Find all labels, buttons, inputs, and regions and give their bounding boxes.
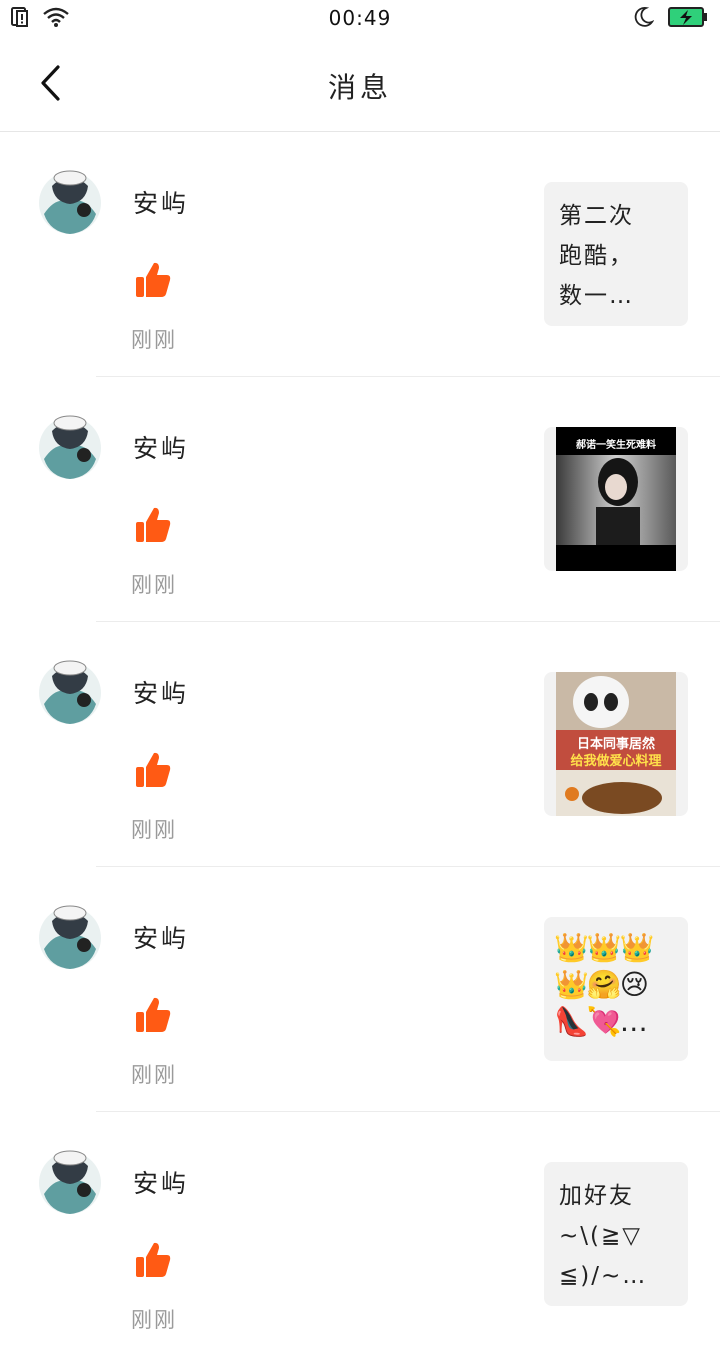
post-preview[interactable]: 第二次 跑酷， 数一… <box>544 182 688 326</box>
list-item[interactable]: 安屿 刚刚 第二次 跑酷， 数一… <box>0 132 720 377</box>
timestamp: 刚刚 <box>131 328 177 352</box>
list-item[interactable]: 安屿 刚刚 👑👑👑 👑🤗😢 👠💘… <box>0 867 720 1112</box>
status-bar: 00:49 <box>0 0 720 36</box>
thumbs-up-icon <box>134 996 172 1034</box>
thumbs-up-icon <box>134 751 172 789</box>
post-preview[interactable]: 加好友 ~\(≧▽ ≦)/~… <box>544 1162 688 1306</box>
avatar[interactable] <box>38 901 102 971</box>
video-caption-line1: 日本同事居然 <box>576 737 655 752</box>
post-preview[interactable]: 👑👑👑 👑🤗😢 👠💘… <box>544 917 688 1061</box>
user-name[interactable]: 安屿 <box>133 919 189 955</box>
status-time: 00:49 <box>328 6 392 30</box>
battery-charging-icon <box>668 6 708 32</box>
thumbs-up-icon <box>134 1241 172 1279</box>
page-title: 消息 <box>327 71 392 104</box>
video-caption: 郝诺一笑生死难料 <box>576 440 656 451</box>
user-name[interactable]: 安屿 <box>133 184 189 220</box>
avatar[interactable] <box>38 1146 102 1216</box>
list-item[interactable]: 安屿 刚刚 日本同事居然 给我做爱心料理 <box>0 622 720 867</box>
preview-emoji-text: 👑👑👑 👑🤗😢 👠💘… <box>554 931 655 1038</box>
list-item[interactable]: 安屿 刚刚 加好友 ~\(≧▽ ≦)/~… <box>0 1112 720 1357</box>
thumbs-up-icon <box>134 261 172 299</box>
timestamp: 刚刚 <box>131 573 177 597</box>
thumbs-up-icon <box>134 506 172 544</box>
video-caption-line2: 给我做爱心料理 <box>570 754 662 769</box>
video-thumbnail[interactable]: 日本同事居然 给我做爱心料理 <box>544 672 688 816</box>
nav-header: 消息 <box>0 36 720 132</box>
preview-text: 加好友 ~\(≧▽ ≦)/~… <box>559 1183 648 1289</box>
user-name[interactable]: 安屿 <box>133 674 189 710</box>
user-name[interactable]: 安屿 <box>133 429 189 465</box>
avatar[interactable] <box>38 411 102 481</box>
list-item[interactable]: 安屿 刚刚 郝诺一笑生死难料 <box>0 377 720 622</box>
preview-text: 第二次 跑酷， 数一… <box>559 203 634 309</box>
avatar[interactable] <box>38 656 102 726</box>
message-list: 安屿 刚刚 第二次 跑酷， 数一… 安屿 刚刚 郝诺一笑生死难料 安屿 刚刚 日… <box>0 132 720 1357</box>
timestamp: 刚刚 <box>131 1308 177 1332</box>
user-name[interactable]: 安屿 <box>133 1164 189 1200</box>
timestamp: 刚刚 <box>131 1063 177 1087</box>
avatar[interactable] <box>38 166 102 236</box>
video-thumbnail[interactable]: 郝诺一笑生死难料 <box>544 427 688 571</box>
moon-icon <box>632 6 655 32</box>
timestamp: 刚刚 <box>131 818 177 842</box>
